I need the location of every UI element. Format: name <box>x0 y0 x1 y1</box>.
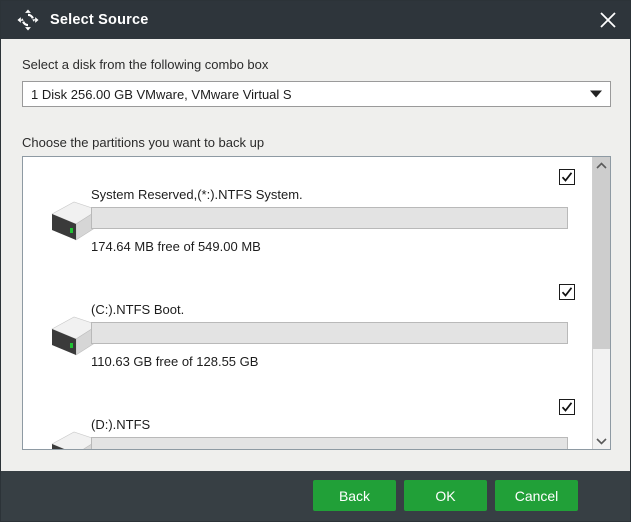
back-button[interactable]: Back <box>313 480 396 511</box>
scrollbar-thumb[interactable] <box>593 157 610 349</box>
partition-title: (D:).NTFS <box>91 417 151 432</box>
partition-list-scrollbar[interactable] <box>592 157 610 449</box>
dialog-body: Select a disk from the following combo b… <box>1 39 630 471</box>
list-item[interactable]: (D:).NTFS <box>23 387 593 449</box>
partition-usage-text: 110.63 GB free of 128.55 GB <box>91 354 259 369</box>
partition-checkbox[interactable] <box>559 284 575 300</box>
partition-list: System Reserved,(*:).NTFS System. 174.64… <box>22 156 611 450</box>
partition-usage-text: 174.64 MB free of 549.00 MB <box>91 239 261 254</box>
list-item[interactable]: (C:).NTFS Boot. 110.63 GB free of 128.55… <box>23 272 593 387</box>
window-title: Select Source <box>50 12 149 28</box>
disk-combo-value: 1 Disk 256.00 GB VMware, VMware Virtual … <box>31 86 292 102</box>
title-bar: Select Source <box>1 1 630 39</box>
list-item[interactable]: System Reserved,(*:).NTFS System. 174.64… <box>23 157 593 272</box>
disk-select-label: Select a disk from the following combo b… <box>22 57 269 72</box>
partition-usage-bar <box>91 207 568 229</box>
close-icon[interactable] <box>584 1 630 39</box>
chevron-up-icon[interactable] <box>593 157 610 174</box>
chevron-down-icon <box>590 90 602 98</box>
move-arrows-icon <box>15 7 41 33</box>
partition-checkbox[interactable] <box>559 169 575 185</box>
partition-title: (C:).NTFS Boot. <box>91 302 185 317</box>
select-source-dialog: Select Source Select a disk from the fol… <box>0 0 631 522</box>
dialog-footer: Back OK Cancel <box>1 471 630 521</box>
partition-usage-bar <box>91 322 568 344</box>
partition-select-label: Choose the partitions you want to back u… <box>22 135 265 150</box>
ok-button[interactable]: OK <box>404 480 487 511</box>
chevron-down-icon[interactable] <box>593 432 610 449</box>
cancel-button[interactable]: Cancel <box>495 480 578 511</box>
partition-checkbox[interactable] <box>559 399 575 415</box>
partition-usage-bar <box>91 437 568 449</box>
partition-title: System Reserved,(*:).NTFS System. <box>91 187 303 202</box>
partition-list-inner: System Reserved,(*:).NTFS System. 174.64… <box>23 157 593 449</box>
disk-combo-box[interactable]: 1 Disk 256.00 GB VMware, VMware Virtual … <box>22 81 611 107</box>
